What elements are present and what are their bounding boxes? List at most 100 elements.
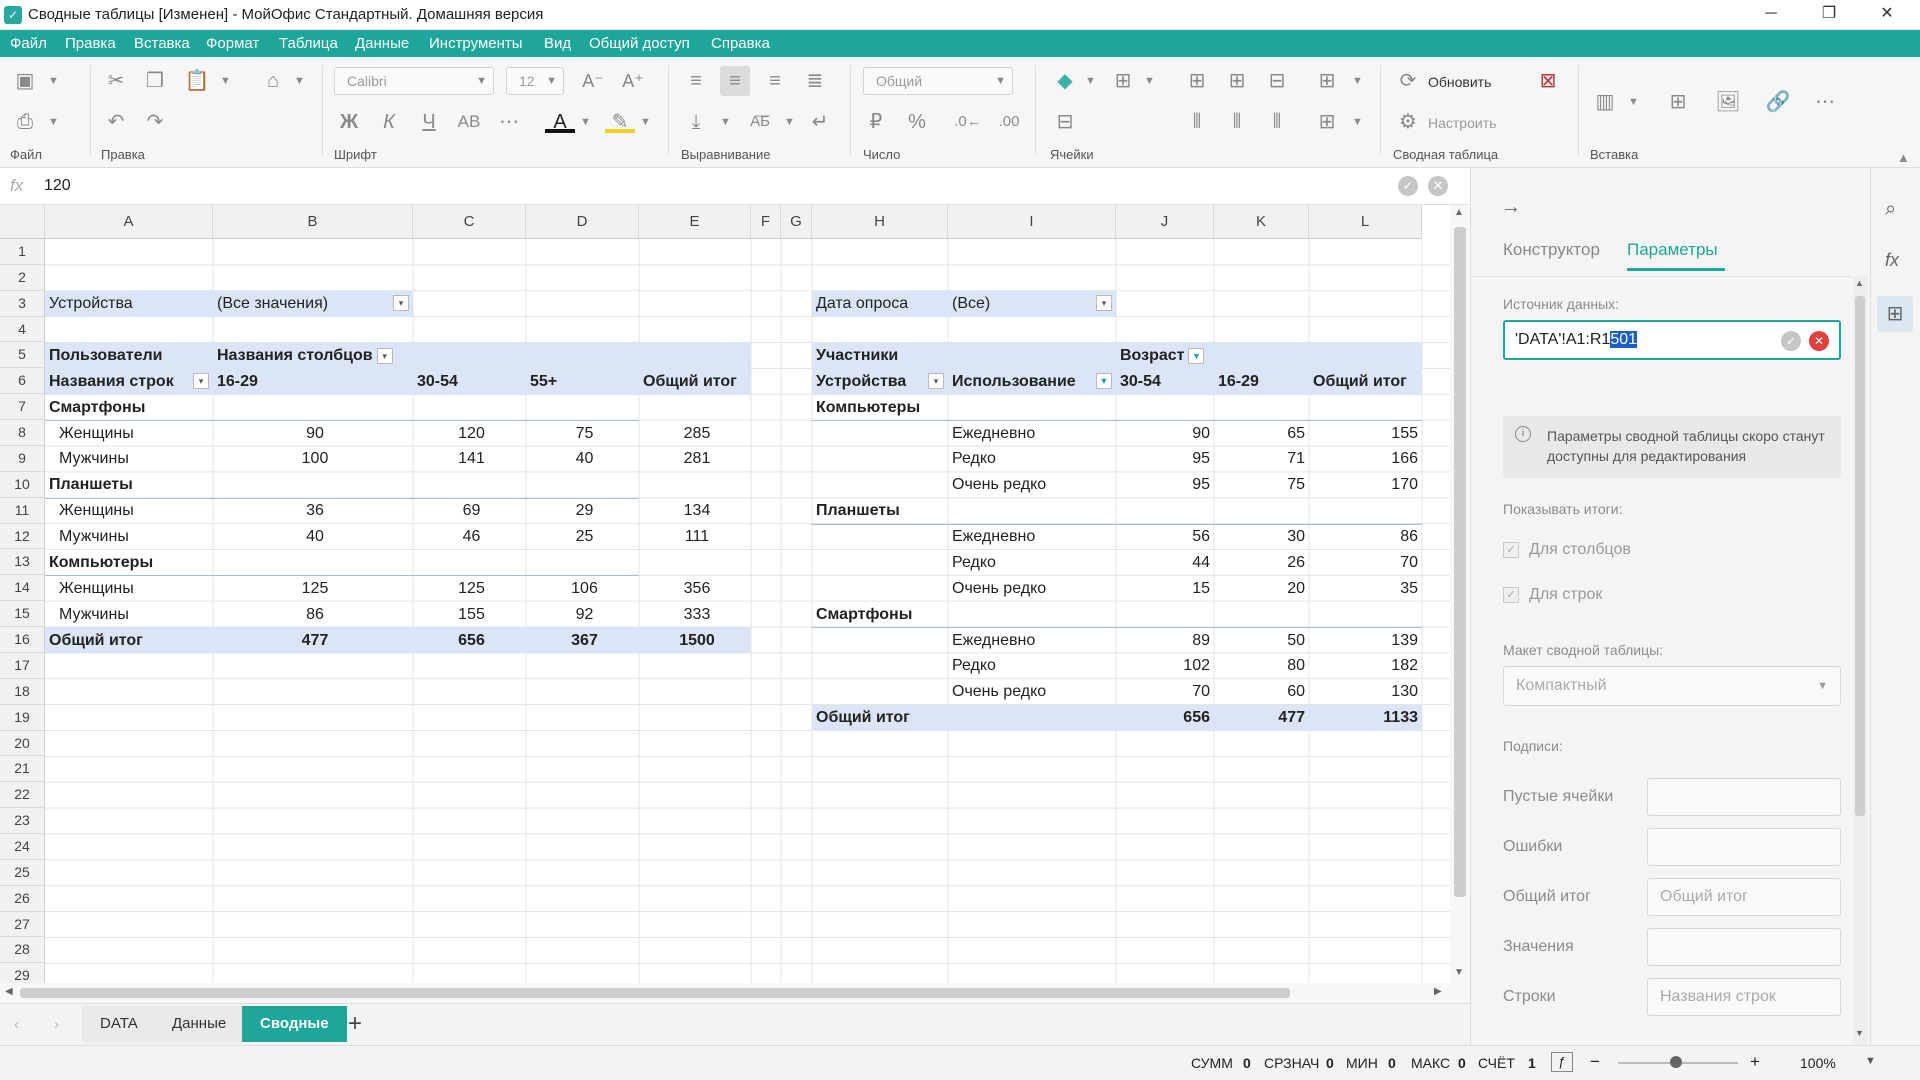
row-header[interactable]: 2 xyxy=(0,264,45,291)
save-icon[interactable]: ▣ xyxy=(10,66,40,96)
fill-color-dropdown-icon[interactable]: ▼ xyxy=(1085,66,1096,96)
pivot1-row-header-label[interactable]: Названия строк ▾ xyxy=(45,369,213,395)
delete-col-icon[interactable]: ⫴ xyxy=(1262,107,1292,137)
pivot1-value[interactable]: 141 xyxy=(413,446,526,472)
pivot2-value[interactable]: 86 xyxy=(1309,524,1422,550)
filter-dropdown-icon[interactable]: ▾ xyxy=(393,295,409,312)
pivot1-value[interactable]: 106 xyxy=(526,576,639,602)
align-right-icon[interactable]: ≡ xyxy=(760,66,790,96)
refresh-icon[interactable]: ⟳ xyxy=(1393,66,1423,96)
panel-back-icon[interactable]: → xyxy=(1501,196,1521,219)
pivot2-values-label[interactable]: Участники xyxy=(812,343,948,369)
menu-edit[interactable]: Правка xyxy=(65,35,116,52)
pivot2-group-label[interactable]: Смартфоны xyxy=(812,602,948,628)
menu-insert[interactable]: Вставка xyxy=(134,35,190,52)
tab-params[interactable]: Параметры xyxy=(1627,240,1718,260)
column-header-j[interactable]: J xyxy=(1116,205,1214,239)
cut-icon[interactable]: ✂ xyxy=(101,66,131,96)
insert-row-above-icon[interactable]: ⊞ xyxy=(1182,66,1212,96)
next-sheet-icon[interactable]: › xyxy=(54,1016,59,1033)
pivot1-total-value[interactable]: 477 xyxy=(213,628,413,654)
menu-view[interactable]: Вид xyxy=(544,35,571,52)
insert-col-left-icon[interactable]: ⫴ xyxy=(1182,107,1212,137)
pivot1-value[interactable]: 40 xyxy=(213,524,413,550)
fill-color-icon[interactable]: ◆ xyxy=(1050,66,1080,96)
formula-accept-icon[interactable]: ✓ xyxy=(1398,176,1418,196)
menu-help[interactable]: Справка xyxy=(711,35,770,52)
column-header-b[interactable]: B xyxy=(213,205,413,239)
pivot2-value[interactable]: 95 xyxy=(1116,472,1214,498)
pivot1-value[interactable]: 25 xyxy=(526,524,639,550)
row-header[interactable]: 6 xyxy=(0,368,45,395)
pivot2-value[interactable]: 50 xyxy=(1214,628,1309,654)
zoom-level[interactable]: 100% xyxy=(1800,1055,1836,1071)
panel-scroll-thumb[interactable] xyxy=(1855,296,1865,816)
link-icon[interactable]: 🔗 xyxy=(1763,87,1793,117)
row-options-dropdown-icon[interactable]: ▼ xyxy=(1352,66,1363,96)
row-header[interactable]: 11 xyxy=(0,497,45,524)
pivot1-total-label[interactable]: Общий итог xyxy=(45,628,213,654)
pivot2-value[interactable]: 70 xyxy=(1309,550,1422,576)
column-header-l[interactable]: L xyxy=(1309,205,1422,239)
pivot1-row-label[interactable]: Женщины xyxy=(45,498,213,524)
row-header[interactable]: 23 xyxy=(0,808,45,834)
currency-button[interactable]: ₽ xyxy=(861,107,891,137)
configure-button[interactable]: Настроить xyxy=(1428,115,1496,131)
zoom-slider-handle[interactable] xyxy=(1670,1056,1682,1068)
row-header[interactable]: 25 xyxy=(0,859,45,886)
pivot-panel-icon[interactable]: ⊞ xyxy=(1877,296,1913,332)
refresh-button[interactable]: Обновить xyxy=(1428,74,1491,90)
scroll-down-icon[interactable]: ▼ xyxy=(1454,967,1464,978)
pivot1-value[interactable]: 92 xyxy=(526,602,639,628)
row-header[interactable]: 17 xyxy=(0,652,45,679)
font-color-dropdown-icon[interactable]: ▼ xyxy=(580,107,591,137)
pivot1-row-label[interactable]: Мужчины xyxy=(45,602,213,628)
row-header[interactable]: 21 xyxy=(0,756,45,783)
pivot1-value[interactable]: 90 xyxy=(213,421,413,447)
menu-tools[interactable]: Инструменты xyxy=(429,35,523,52)
menu-data[interactable]: Данные xyxy=(355,35,409,52)
pivot1-value[interactable]: 29 xyxy=(526,498,639,524)
format-painter-icon[interactable]: ⌂ xyxy=(258,66,288,96)
function-icon[interactable]: fx xyxy=(1885,250,1899,271)
pivot2-col-header[interactable]: 16-29 xyxy=(1214,369,1309,395)
pivot1-value[interactable]: 40 xyxy=(526,446,639,472)
pivot1-col-header[interactable]: 16-29 xyxy=(213,369,413,395)
sheet-tab-dannye[interactable]: Данные xyxy=(154,1006,245,1042)
italic-button[interactable]: К xyxy=(374,107,404,137)
pivot2-value[interactable]: 70 xyxy=(1116,679,1214,705)
delete-row-icon[interactable]: ⊟ xyxy=(1262,66,1292,96)
pivot1-col-header[interactable]: 30-54 xyxy=(413,369,526,395)
pivot2-value[interactable]: 35 xyxy=(1309,576,1422,602)
pivot1-group-label[interactable]: Планшеты xyxy=(45,472,213,498)
copy-icon[interactable]: ❐ xyxy=(140,66,170,96)
merge-cells-icon[interactable]: ⊟ xyxy=(1050,107,1080,137)
row-header[interactable]: 1 xyxy=(0,239,45,265)
source-accept-icon[interactable]: ✓ xyxy=(1781,331,1801,351)
insert-col-right-icon[interactable]: ⫴ xyxy=(1222,107,1252,137)
checkbox-columns[interactable]: ✓ xyxy=(1503,542,1519,558)
text-direction-dropdown-icon[interactable]: ▼ xyxy=(784,107,795,137)
print-icon[interactable]: ⎙ xyxy=(10,107,40,137)
pivot2-row-label[interactable]: Ежедневно xyxy=(948,421,1116,447)
menu-sharing[interactable]: Общий доступ xyxy=(589,35,690,52)
percent-button[interactable]: % xyxy=(902,107,932,137)
pivot2-value[interactable]: 102 xyxy=(1116,653,1214,679)
pivot2-value[interactable]: 139 xyxy=(1309,628,1422,654)
zoom-dropdown-icon[interactable]: ▼ xyxy=(1865,1055,1876,1067)
column-header-i[interactable]: I xyxy=(948,205,1116,239)
row-header[interactable]: 16 xyxy=(0,627,45,653)
tab-constructor[interactable]: Конструктор xyxy=(1503,240,1600,260)
font-name-select[interactable]: Calibri ▼ xyxy=(334,67,494,95)
paste-icon[interactable]: 📋 xyxy=(182,66,212,96)
filter-dropdown-icon[interactable]: ▾ xyxy=(1096,295,1112,312)
pivot2-total-label[interactable]: Общий итог xyxy=(812,705,948,731)
pivot2-row-label[interactable]: Ежедневно xyxy=(948,628,1116,654)
pivot1-col-header-label[interactable]: Названия столбцов ▾ xyxy=(213,343,413,369)
formula-input[interactable]: 120 xyxy=(44,177,71,195)
select-all-corner[interactable] xyxy=(0,205,45,239)
pivot2-value[interactable]: 65 xyxy=(1214,421,1309,447)
pivot2-col-header[interactable]: 30-54 xyxy=(1116,369,1214,395)
row-header[interactable]: 27 xyxy=(0,911,45,938)
pivot2-row-field2[interactable]: Использование ▼ xyxy=(948,369,1116,395)
